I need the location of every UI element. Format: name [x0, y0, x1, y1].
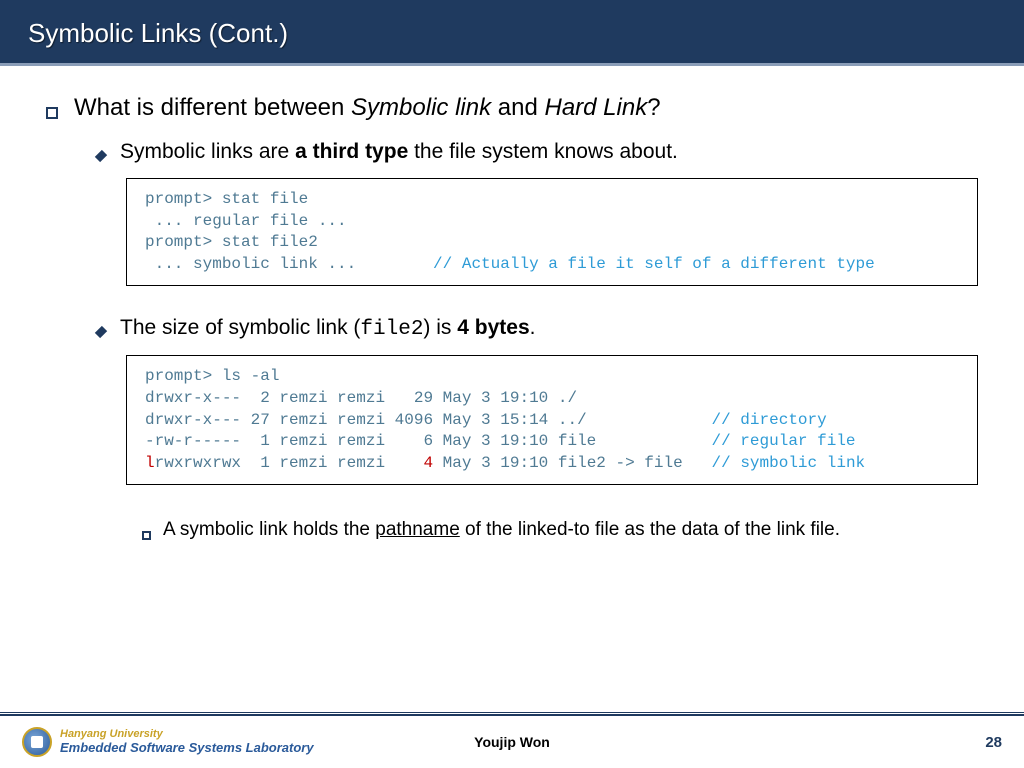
- code-line: rwxrwxrwx 1 remzi remzi: [155, 454, 424, 472]
- footer: Hanyang University Embedded Software Sys…: [0, 714, 1024, 768]
- bullet-text: The size of symbolic link (file2) is 4 b…: [120, 316, 535, 341]
- code-line: May 3 19:10 file2 -> file: [433, 454, 711, 472]
- text: and: [491, 94, 544, 121]
- emphasis: Symbolic link: [351, 94, 491, 121]
- heading-text: What is different between Symbolic link …: [74, 94, 661, 122]
- sub-bullet-pathname: A symbolic link holds the pathname of th…: [142, 515, 978, 545]
- code-line: drwxr-x--- 2 remzi remzi 29 May 3 19:10 …: [145, 389, 577, 407]
- code-line: -rw-r----- 1 remzi remzi 6 May 3 19:10 f…: [145, 432, 712, 450]
- university-badge-icon: [22, 727, 52, 757]
- diamond-bullet-icon: [95, 326, 107, 338]
- underline: pathname: [375, 519, 460, 540]
- text: ) is: [423, 316, 457, 339]
- emphasis: Hard Link: [544, 94, 647, 121]
- code-red: 4: [423, 454, 433, 472]
- mono: file2: [360, 318, 423, 341]
- logo-text: Hanyang University Embedded Software Sys…: [60, 729, 314, 754]
- square-bullet-icon: [46, 107, 58, 119]
- page-number: 28: [985, 734, 1002, 751]
- text: What is different between: [74, 94, 351, 121]
- author: Youjip Won: [474, 734, 550, 750]
- bullet-text: Symbolic links are a third type the file…: [120, 140, 678, 164]
- code-comment: // directory: [712, 411, 827, 429]
- bullet-third-type: Symbolic links are a third type the file…: [96, 140, 978, 164]
- text: Symbolic links are: [120, 140, 295, 163]
- lab-name: Embedded Software Systems Laboratory: [60, 741, 314, 755]
- heading-question: What is different between Symbolic link …: [46, 94, 978, 122]
- code-line: ... symbolic link ...: [145, 255, 433, 273]
- code-red: l: [145, 454, 155, 472]
- text: A symbolic link holds the: [163, 519, 375, 540]
- sub-bullet-text: A symbolic link holds the pathname of th…: [163, 515, 840, 545]
- text: .: [530, 316, 536, 339]
- text: The size of symbolic link (: [120, 316, 360, 339]
- bullet-size: The size of symbolic link (file2) is 4 b…: [96, 316, 978, 341]
- bold: a third type: [295, 140, 408, 163]
- bold: 4 bytes: [457, 316, 529, 339]
- code-comment: // Actually a file it self of a differen…: [433, 255, 875, 273]
- code-line: prompt> ls -al: [145, 367, 279, 385]
- text: the file system knows about.: [408, 140, 678, 163]
- slide-title: Symbolic Links (Cont.): [0, 0, 1024, 66]
- diamond-bullet-icon: [95, 150, 107, 162]
- code-comment: // regular file: [712, 432, 856, 450]
- code-line: ... regular file ...: [145, 212, 347, 230]
- code-stat: prompt> stat file ... regular file ... p…: [126, 178, 978, 286]
- text: of the linked-to file as the data of the…: [460, 519, 840, 540]
- code-line: prompt> stat file: [145, 190, 308, 208]
- code-line: prompt> stat file2: [145, 233, 318, 251]
- code-line: drwxr-x--- 27 remzi remzi 4096 May 3 15:…: [145, 411, 712, 429]
- code-ls: prompt> ls -al drwxr-x--- 2 remzi remzi …: [126, 355, 978, 485]
- text: ?: [647, 94, 660, 121]
- open-square-bullet-icon: [142, 531, 151, 540]
- code-comment: // symbolic link: [712, 454, 866, 472]
- slide-content: What is different between Symbolic link …: [0, 66, 1024, 768]
- lab-logo: Hanyang University Embedded Software Sys…: [22, 727, 314, 757]
